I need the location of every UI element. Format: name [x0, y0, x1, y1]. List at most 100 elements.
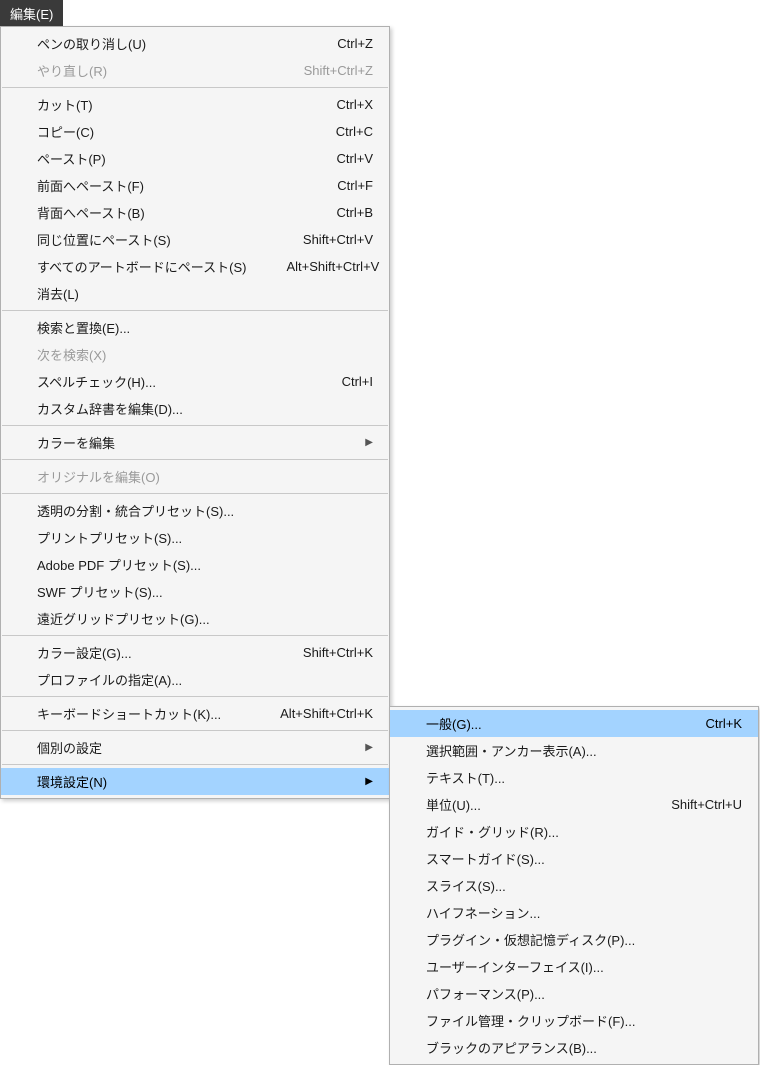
menu-item-label: ペンの取り消し(U) — [37, 34, 297, 53]
edit-menu-item[interactable]: カラーを編集▶ — [1, 429, 389, 456]
preferences-item[interactable]: 選択範囲・アンカー表示(A)... — [390, 737, 758, 764]
menu-item-shortcut: Ctrl+F — [337, 178, 373, 193]
menu-item-label: プラグイン・仮想記憶ディスク(P)... — [426, 930, 742, 949]
menu-item-shortcut: Alt+Shift+Ctrl+K — [280, 706, 373, 721]
menu-item-label: カスタム辞書を編集(D)... — [37, 399, 373, 418]
edit-menu-item[interactable]: キーボードショートカット(K)... Alt+Shift+Ctrl+K — [1, 700, 389, 727]
preferences-item[interactable]: ガイド・グリッド(R)... — [390, 818, 758, 845]
preferences-item[interactable]: プラグイン・仮想記憶ディスク(P)... — [390, 926, 758, 953]
preferences-item[interactable]: ハイフネーション... — [390, 899, 758, 926]
preferences-submenu: 一般(G)... Ctrl+K 選択範囲・アンカー表示(A)... テキスト(T)..… — [389, 706, 759, 1065]
edit-menu-item: 次を検索(X) — [1, 341, 389, 368]
preferences-item[interactable]: スライス(S)... — [390, 872, 758, 899]
menu-item-label: ブラックのアピアランス(B)... — [426, 1038, 742, 1057]
menu-item-label: すべてのアートボードにペースト(S) — [37, 257, 246, 276]
menu-item-label: カット(T) — [37, 95, 297, 114]
menu-item-shortcut: Ctrl+V — [337, 151, 373, 166]
edit-menu-dropdown: ペンの取り消し(U) Ctrl+Z やり直し(R) Shift+Ctrl+Z カット(T… — [0, 26, 390, 799]
menu-item-label: スペルチェック(H)... — [37, 372, 302, 391]
edit-menu-item[interactable]: カット(T) Ctrl+X — [1, 91, 389, 118]
edit-menu-item[interactable]: すべてのアートボードにペースト(S)Alt+Shift+Ctrl+V — [1, 253, 389, 280]
preferences-item[interactable]: 一般(G)... Ctrl+K — [390, 710, 758, 737]
edit-menu-item[interactable]: ペンの取り消し(U) Ctrl+Z — [1, 30, 389, 57]
menu-item-label: プロファイルの指定(A)... — [37, 670, 373, 689]
chevron-right-icon: ▶ — [355, 437, 373, 448]
menu-item-label: テキスト(T)... — [426, 768, 742, 787]
menu-separator — [2, 696, 388, 697]
menu-separator — [2, 425, 388, 426]
preferences-item[interactable]: ブラックのアピアランス(B)... — [390, 1034, 758, 1061]
preferences-item[interactable]: テキスト(T)... — [390, 764, 758, 791]
edit-menu-item[interactable]: コピー(C) Ctrl+C — [1, 118, 389, 145]
menu-item-label: ファイル管理・クリップボード(F)... — [426, 1011, 742, 1030]
edit-menu-item[interactable]: 同じ位置にペースト(S) Shift+Ctrl+V — [1, 226, 389, 253]
menu-item-label: やり直し(R) — [37, 61, 264, 80]
edit-menu-item[interactable]: 検索と置換(E)... — [1, 314, 389, 341]
edit-menu-item[interactable]: プロファイルの指定(A)... — [1, 666, 389, 693]
edit-menu-item[interactable]: カラー設定(G)... Shift+Ctrl+K — [1, 639, 389, 666]
menu-separator — [2, 87, 388, 88]
menu-item-label: スライス(S)... — [426, 876, 742, 895]
preferences-item[interactable]: ファイル管理・クリップボード(F)... — [390, 1007, 758, 1034]
menu-separator — [2, 310, 388, 311]
menu-item-label: SWF プリセット(S)... — [37, 582, 373, 601]
edit-menu-item[interactable]: Adobe PDF プリセット(S)... — [1, 551, 389, 578]
menu-item-label: 同じ位置にペースト(S) — [37, 230, 263, 249]
edit-menu-item: オリジナルを編集(O) — [1, 463, 389, 490]
menu-item-shortcut: Ctrl+K — [706, 716, 742, 731]
edit-menu-item[interactable]: プリントプリセット(S)... — [1, 524, 389, 551]
menu-item-label: 前面へペースト(F) — [37, 176, 297, 195]
menu-item-label: 選択範囲・アンカー表示(A)... — [426, 741, 742, 760]
edit-menu-item[interactable]: 個別の設定▶ — [1, 734, 389, 761]
menu-item-label: ユーザーインターフェイス(I)... — [426, 957, 742, 976]
edit-menu-item[interactable]: 環境設定(N)▶ — [1, 768, 389, 795]
menu-item-shortcut: Ctrl+B — [337, 205, 373, 220]
edit-menu-item[interactable]: SWF プリセット(S)... — [1, 578, 389, 605]
menu-separator — [2, 459, 388, 460]
menu-separator — [2, 635, 388, 636]
menu-item-shortcut: Shift+Ctrl+K — [303, 645, 373, 660]
menu-item-label: ガイド・グリッド(R)... — [426, 822, 742, 841]
menu-item-label: 次を検索(X) — [37, 345, 373, 364]
edit-menu-item[interactable]: スペルチェック(H)... Ctrl+I — [1, 368, 389, 395]
edit-menu-item[interactable]: 前面へペースト(F) Ctrl+F — [1, 172, 389, 199]
edit-menu-item[interactable]: 遠近グリッドプリセット(G)... — [1, 605, 389, 632]
edit-menu-item[interactable]: 背面へペースト(B) Ctrl+B — [1, 199, 389, 226]
menu-item-shortcut: Ctrl+Z — [337, 36, 373, 51]
menu-item-shortcut: Ctrl+X — [337, 97, 373, 112]
menu-item-shortcut: Shift+Ctrl+Z — [304, 63, 373, 78]
edit-menu-button[interactable]: 編集(E) — [0, 0, 63, 27]
menu-item-shortcut: Shift+Ctrl+V — [303, 232, 373, 247]
menu-item-label: 背面へペースト(B) — [37, 203, 297, 222]
menu-item-label: カラー設定(G)... — [37, 643, 263, 662]
menu-item-label: 個別の設定 — [37, 738, 355, 757]
menu-separator — [2, 493, 388, 494]
menu-item-label: キーボードショートカット(K)... — [37, 704, 240, 723]
menu-separator — [2, 764, 388, 765]
preferences-item[interactable]: パフォーマンス(P)... — [390, 980, 758, 1007]
edit-menu-item: やり直し(R) Shift+Ctrl+Z — [1, 57, 389, 84]
menu-item-label: コピー(C) — [37, 122, 296, 141]
chevron-right-icon: ▶ — [355, 742, 373, 753]
menu-item-label: Adobe PDF プリセット(S)... — [37, 555, 373, 574]
menu-item-label: 消去(L) — [37, 284, 373, 303]
edit-menu-item[interactable]: 消去(L) — [1, 280, 389, 307]
menu-item-label: 透明の分割・統合プリセット(S)... — [37, 501, 373, 520]
menu-item-label: 遠近グリッドプリセット(G)... — [37, 609, 373, 628]
menu-item-label: オリジナルを編集(O) — [37, 467, 373, 486]
menu-item-label: 検索と置換(E)... — [37, 318, 373, 337]
preferences-item[interactable]: ユーザーインターフェイス(I)... — [390, 953, 758, 980]
menu-item-shortcut: Ctrl+C — [336, 124, 373, 139]
menu-item-label: 環境設定(N) — [37, 772, 355, 791]
menu-item-label: スマートガイド(S)... — [426, 849, 742, 868]
menu-item-label: ペースト(P) — [37, 149, 297, 168]
preferences-item[interactable]: スマートガイド(S)... — [390, 845, 758, 872]
edit-menu-item[interactable]: カスタム辞書を編集(D)... — [1, 395, 389, 422]
chevron-right-icon: ▶ — [355, 776, 373, 787]
preferences-item[interactable]: 単位(U)...Shift+Ctrl+U — [390, 791, 758, 818]
edit-menu-item[interactable]: 透明の分割・統合プリセット(S)... — [1, 497, 389, 524]
menu-item-shortcut: Ctrl+I — [342, 374, 373, 389]
menu-item-label: 一般(G)... — [426, 714, 666, 733]
menu-item-label: プリントプリセット(S)... — [37, 528, 373, 547]
edit-menu-item[interactable]: ペースト(P) Ctrl+V — [1, 145, 389, 172]
